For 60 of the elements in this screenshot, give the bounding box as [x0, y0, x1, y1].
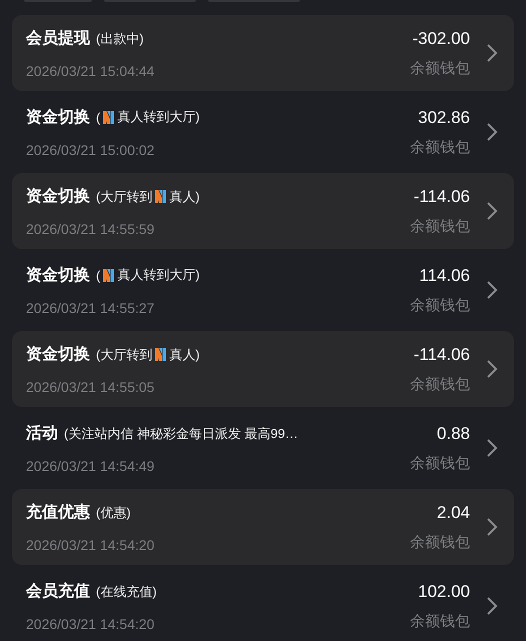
wallet-label: 余额钱包 [410, 454, 470, 472]
record-time: 2026/03/21 14:54:20 [26, 616, 156, 632]
record-row[interactable]: 会员提现 (出款中) 2026/03/21 15:04:44 -302.00 余额钱包 [12, 15, 514, 91]
chevron-icon [486, 201, 498, 221]
record-detail: (出款中) [96, 30, 144, 48]
record-amount: -114.06 [414, 344, 470, 364]
record-detail: (在线充值) [96, 582, 157, 600]
record-time: 2026/03/21 14:55:05 [26, 378, 156, 394]
record-row[interactable]: 会员充值 (在线充值) 2026/03/21 14:54:20 102.00 余额钱包 [12, 568, 514, 641]
record-amount: 0.88 [436, 424, 470, 444]
record-time: 2026/03/21 14:55:59 [26, 220, 156, 236]
record-title: 会员充值 [26, 581, 90, 602]
record-detail: ( 真人转到大厅) [96, 108, 200, 126]
record-amount: 2.04 [436, 502, 470, 522]
chevron-icon [486, 359, 498, 379]
record-row[interactable]: 资金切换 (大厅转到 真人) 2026/03/21 14:55:05 -114.06 余额钱包 [12, 331, 514, 407]
record-title: 资金切换 [26, 186, 90, 206]
record-row[interactable]: 活动 (关注站内信 神秘彩金每日派发 最高99… 2026/03/21 14:54:49 0.88 余额钱包 [12, 410, 514, 486]
record-title: 充值优惠 [26, 502, 90, 522]
record-time: 2026/03/21 15:04:44 [26, 62, 156, 78]
record-time: 2026/03/21 15:00:02 [26, 142, 156, 158]
chevron-icon [486, 280, 498, 300]
record-amount: -114.06 [414, 186, 470, 206]
record-row[interactable]: 资金切换 ( 真人转到大厅) 2026/03/21 15:00:02 302.86 余额钱包 [12, 94, 514, 170]
record-row[interactable]: 资金切换 (大厅转到 真人) 2026/03/21 14:55:59 -114.06 余额钱包 [12, 173, 514, 249]
record-amount: 302.86 [418, 108, 470, 128]
record-time: 2026/03/21 14:55:27 [26, 300, 156, 316]
record-title: 会员提现 [26, 28, 90, 48]
record-amount: 114.06 [419, 266, 470, 286]
wallet-label: 余额钱包 [410, 58, 470, 78]
record-row[interactable]: 资金切换 ( 真人转到大厅) 2026/03/21 14:55:27 114.06 余额钱包 [12, 252, 514, 328]
record-amount: 102.00 [418, 582, 470, 602]
chevron-icon [486, 122, 498, 142]
logo-icon [154, 347, 168, 362]
chevron-icon [486, 438, 498, 458]
record-time: 2026/03/21 14:54:49 [26, 458, 156, 474]
record-title: 资金切换 [26, 266, 90, 286]
chevron-icon [486, 517, 498, 537]
wallet-label: 余额钱包 [410, 216, 470, 236]
record-title: 资金切换 [26, 108, 90, 128]
wallet-label: 余额钱包 [410, 612, 470, 630]
chevron-icon [486, 596, 498, 616]
logo-icon [102, 110, 116, 124]
logo-icon [102, 268, 116, 282]
record-detail: (关注站内信 神秘彩金每日派发 最高99… [64, 424, 298, 442]
record-detail: (大厅转到 真人) [96, 346, 200, 364]
wallet-label: 余额钱包 [410, 532, 470, 552]
record-detail: ( 真人转到大厅) [96, 266, 200, 284]
record-detail: (优惠) [96, 504, 131, 522]
chevron-icon [486, 43, 498, 63]
record-time: 2026/03/21 14:54:20 [26, 536, 156, 552]
wallet-label: 余额钱包 [410, 374, 470, 394]
record-detail: (大厅转到 真人) [96, 188, 200, 206]
record-title: 资金切换 [26, 344, 90, 364]
logo-icon [154, 189, 168, 204]
record-row[interactable]: 充值优惠 (优惠) 2026/03/21 14:54:20 2.04 余额钱包 [12, 489, 514, 565]
record-amount: -302.00 [412, 28, 470, 48]
wallet-label: 余额钱包 [410, 138, 470, 156]
record-title: 活动 [26, 424, 58, 444]
wallet-label: 余额钱包 [410, 296, 470, 314]
